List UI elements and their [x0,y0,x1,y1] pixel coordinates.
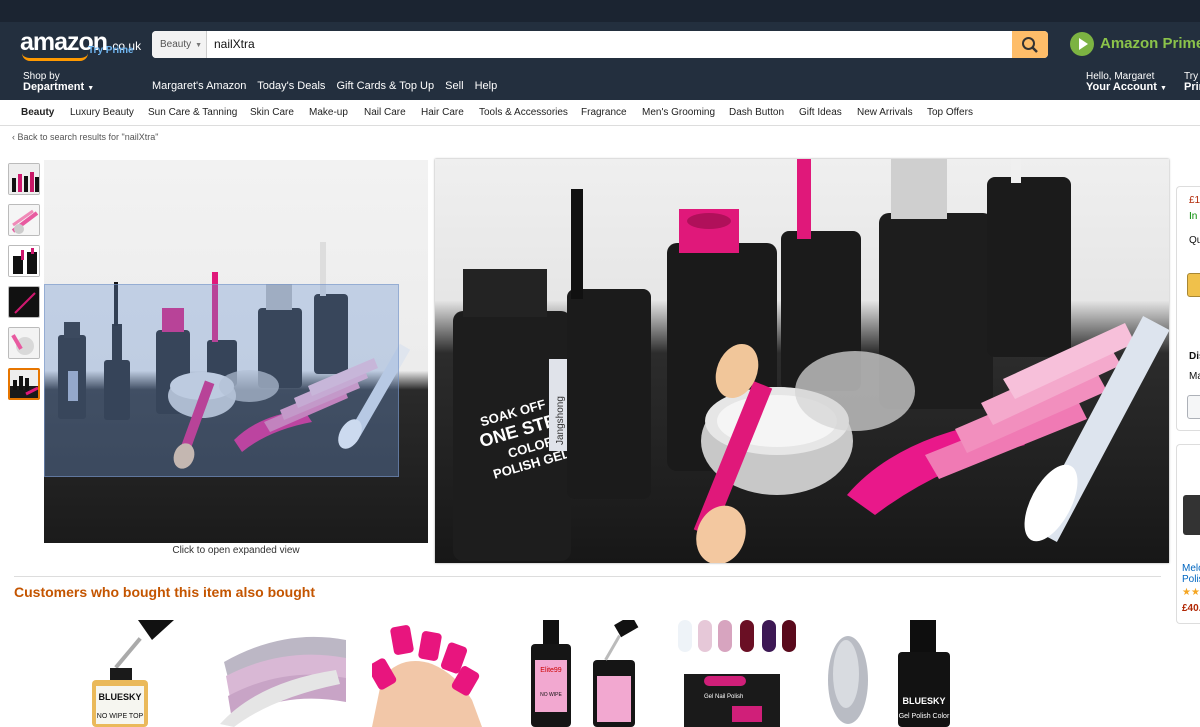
account-menu[interactable]: Hello, Margaret Your Account ▼ [1086,71,1167,94]
subnav-tools[interactable]: Tools & Accessories [479,107,568,118]
rec-sub-text: NO WIPE [540,692,562,698]
star-rating-icon: ★★ [1182,587,1200,598]
nav-gift-cards[interactable]: Gift Cards & Top Up [336,80,434,92]
rec-product-image: Gel Nail Polish [678,620,796,727]
ad-title-line: Melo [1182,563,1200,574]
rec-item-4[interactable]: Elite99 NO WIPE [525,620,650,727]
rec-item-2[interactable] [218,620,353,727]
ad-product-image [1183,495,1200,535]
rec-item-7[interactable]: BLUESKY Gel Polish Color [894,620,954,727]
thumbnail-4[interactable] [8,286,40,318]
search-icon [1022,37,1038,53]
amazon-prime-link[interactable]: Amazon Prime [1100,35,1200,52]
ad-price: £40. [1182,603,1200,614]
nav-links: Margaret's Amazon Today's Deals Gift Car… [152,80,505,92]
subnav-sun-care[interactable]: Sun Care & Tanning [148,107,237,118]
try-prime-link[interactable]: Try Prime [88,45,134,56]
rec-product-image [220,636,346,727]
caret-down-icon: ▼ [87,85,95,92]
subnav-fragrance[interactable]: Fragrance [581,107,627,118]
customers-also-bought-title: Customers who bought this item also boug… [14,584,315,600]
rec-product-image [372,625,482,727]
section-divider [14,576,1161,577]
back-to-results-link[interactable]: ‹ Back to search results for "nailXtra" [12,132,158,142]
search-category-select[interactable]: Beauty ▼ [152,31,207,58]
rec-product-image: Elite99 NO WIPE [531,620,639,727]
rec-brand-text: Gel Nail Polish [704,694,743,700]
add-to-basket-button[interactable] [1187,273,1200,297]
main-product-image[interactable] [44,160,428,543]
search-input[interactable] [214,31,914,58]
smile-arrow-icon [22,53,88,61]
nav-margarets-amazon[interactable]: Margaret's Amazon [152,80,246,92]
thumbnail-2[interactable] [8,204,40,236]
thumbnail-image [9,246,39,276]
subnav-dash-button[interactable]: Dash Button [729,107,784,118]
buy-box: £1 In Qu Dis Ma [1176,186,1200,431]
subnav-gift-ideas[interactable]: Gift Ideas [799,107,842,118]
rec-item-5[interactable]: Gel Nail Polish [672,620,807,727]
rec-item-3[interactable] [372,620,482,727]
add-to-list-button[interactable] [1187,395,1200,419]
thumbnail-1[interactable] [8,163,40,195]
thumbnail-image [9,328,39,358]
stock-status: In [1189,211,1198,222]
prime-play-icon[interactable] [1070,32,1094,56]
zoomed-product-photo: SOAK OFF ONE STEP COLOR POLISH GEL Jangs… [453,159,1169,563]
thumbnail-3[interactable] [8,245,40,277]
category-subnav: Beauty Luxury Beauty Sun Care & Tanning … [0,100,1200,126]
subnav-nail-care[interactable]: Nail Care [364,107,406,118]
thumbnail-image [10,370,38,398]
subnav-skin-care[interactable]: Skin Care [250,107,294,118]
quantity-label: Qu [1189,235,1200,246]
rec-brand-text: BLUESKY [98,692,141,702]
rec-product-image: BLUESKY Gel Polish Color [898,620,950,727]
rec-item-1[interactable]: BLUESKY NO WIPE TOP [88,620,178,727]
thumbnail-image [9,287,39,317]
subnav-luxury-beauty[interactable]: Luxury Beauty [70,107,134,118]
rec-product-image: BLUESKY NO WIPE TOP [92,620,174,727]
rec-brand-text: Elite99 [540,667,562,674]
try-prime-menu[interactable]: Try Prime [1184,71,1200,93]
rec-item-6[interactable] [826,620,876,727]
subnav-mens-grooming[interactable]: Men's Grooming [642,107,715,118]
bottle-brand-text: Jangshong [555,396,566,445]
expand-view-caption[interactable]: Click to open expanded view [44,545,428,556]
ad-title-line: Polis [1182,574,1200,585]
nav-todays-deals[interactable]: Today's Deals [257,80,325,92]
thumbnail-5[interactable] [8,327,40,359]
top-strip [0,0,1200,22]
amazon-logo[interactable]: amazon .co.uk Try Prime [20,28,141,61]
header-bar: amazon.co.uk Try Prime Beauty▼ Amazon Pr… [0,0,1200,100]
caret-down-icon: ▼ [195,42,203,49]
subnav-hair-care[interactable]: Hair Care [421,107,464,118]
rec-product-image [828,636,868,724]
nav-help[interactable]: Help [475,80,498,92]
subnav-new-arrivals[interactable]: New Arrivals [857,107,913,118]
rec-sub-text: NO WIPE TOP [97,713,144,720]
rec-brand-text: BLUESKY [902,696,945,706]
zoom-lens[interactable] [44,284,399,477]
zoomed-product-image: SOAK OFF ONE STEP COLOR POLISH GEL Jangs… [435,159,1169,563]
sponsored-product-box[interactable]: Melo Polis ★★ £40. [1176,444,1200,624]
thumbnail-image [9,205,39,235]
rec-sub-text: Gel Polish Color [899,713,950,720]
price-text: £1 [1189,195,1200,206]
caret-down-icon: ▼ [1159,85,1167,92]
search-bar: Beauty ▼ [152,31,1048,58]
subnav-beauty[interactable]: Beauty [21,107,54,118]
subnav-make-up[interactable]: Make-up [309,107,348,118]
thumbnail-image [9,164,39,194]
thumbnail-6-selected[interactable] [8,368,40,400]
subnav-top-offers[interactable]: Top Offers [927,107,973,118]
shop-by-department[interactable]: Shop by Department ▼ [23,71,94,94]
nav-sell[interactable]: Sell [445,80,463,92]
dispatch-label: Dis [1189,351,1200,362]
search-button[interactable] [1012,31,1048,58]
dispatch-text: Ma [1189,371,1200,382]
